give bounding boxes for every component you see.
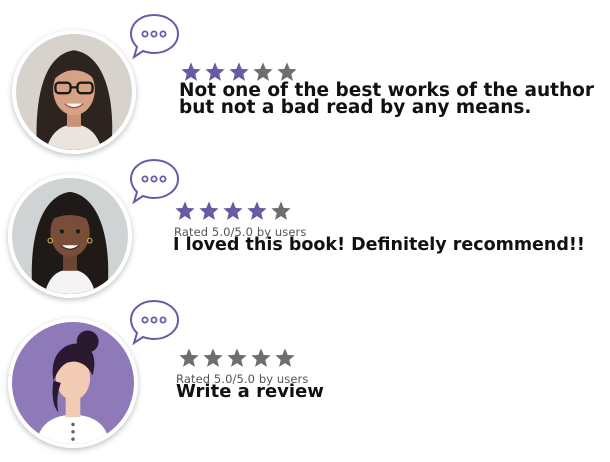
star-filled-icon[interactable] [222,200,244,222]
star-filled-icon[interactable] [246,200,268,222]
speech-bubble-icon[interactable] [129,298,182,346]
reviewer-avatar-2 [8,174,132,298]
speech-bubble-icon[interactable] [129,157,182,205]
write-review-label: Write a review [176,381,324,402]
write-review-link[interactable]: Write a review [176,382,324,402]
speech-bubble-icon[interactable] [129,12,182,60]
star-empty-icon[interactable] [226,347,248,369]
star-empty-icon[interactable] [178,347,200,369]
reviewer-avatar-3 [8,318,138,448]
reviewer-avatar-1 [12,30,136,154]
star-filled-icon[interactable] [198,200,220,222]
woman-with-braids-photo [12,178,128,294]
star-rating[interactable] [174,200,292,222]
review-text: I loved this book! Definitely recommend!… [173,236,585,254]
star-filled-icon[interactable] [174,200,196,222]
star-rating[interactable] [178,347,296,369]
review-text-line-2: but not a bad read by any means. [179,97,532,118]
user-placeholder-avatar [12,322,134,444]
review-text-line-1: I loved this book! Definitely recommend!… [173,235,585,255]
woman-with-glasses-photo [16,34,132,150]
star-empty-icon[interactable] [270,200,292,222]
star-empty-icon[interactable] [274,347,296,369]
star-empty-icon[interactable] [202,347,224,369]
review-text: Not one of the best works of the author … [179,81,594,118]
star-empty-icon[interactable] [250,347,272,369]
